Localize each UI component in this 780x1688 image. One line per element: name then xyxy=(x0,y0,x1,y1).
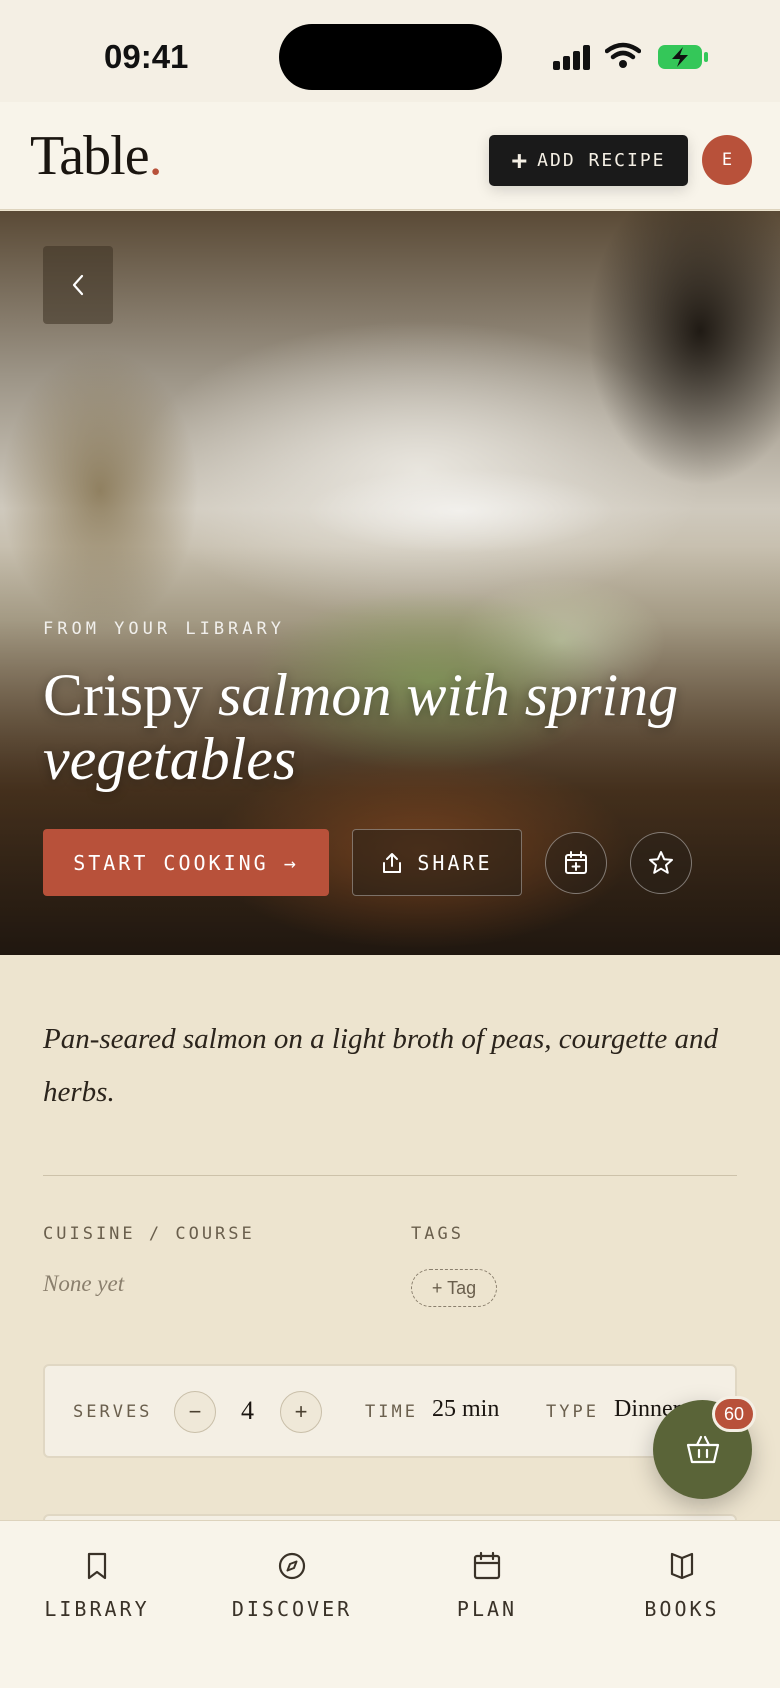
serves-label: SERVES xyxy=(73,1402,153,1422)
tab-library-label: LIBRARY xyxy=(44,1597,150,1621)
add-recipe-label: ADD RECIPE xyxy=(537,150,666,171)
recipe-title: Crispy salmon with spring vegetables xyxy=(43,663,743,791)
logo-text: Table xyxy=(30,125,150,187)
back-button[interactable] xyxy=(43,246,113,324)
tab-discover[interactable]: DISCOVER xyxy=(212,1551,372,1621)
share-icon xyxy=(383,852,402,873)
serves-decrement-button[interactable]: − xyxy=(174,1391,216,1433)
divider xyxy=(43,1175,737,1176)
status-bar: 09:41 xyxy=(0,0,780,102)
tab-discover-label: DISCOVER xyxy=(231,1597,353,1621)
status-time: 09:41 xyxy=(104,38,189,75)
dynamic-island xyxy=(279,24,502,90)
basket-icon xyxy=(686,1435,719,1463)
share-label: SHARE xyxy=(417,850,493,875)
calendar-icon xyxy=(473,1551,501,1580)
calendar-plus-icon xyxy=(565,851,587,874)
title-plain: Crispy xyxy=(43,662,204,728)
add-tag-button[interactable]: + Tag xyxy=(411,1269,497,1307)
signal-icon xyxy=(553,44,593,70)
logo[interactable]: Table. xyxy=(30,124,163,188)
type-label: TYPE xyxy=(546,1402,599,1422)
app-header: Table. + ADD RECIPE E xyxy=(0,102,780,210)
hero-eyebrow: FROM YOUR LIBRARY xyxy=(43,619,285,639)
logo-dot: . xyxy=(148,125,163,187)
time-label: TIME xyxy=(365,1402,418,1422)
start-cooking-button[interactable]: START COOKING → xyxy=(43,829,329,896)
tab-books-label: BOOKS xyxy=(644,1597,720,1621)
cuisine-value[interactable]: None yet xyxy=(43,1271,124,1297)
wifi-icon xyxy=(605,42,641,68)
bookmark-icon xyxy=(87,1552,107,1580)
tab-library[interactable]: LIBRARY xyxy=(17,1551,177,1621)
book-icon xyxy=(670,1552,694,1580)
tab-books[interactable]: BOOKS xyxy=(602,1551,762,1621)
chevron-left-icon xyxy=(72,274,84,296)
basket-count-badge: 60 xyxy=(712,1396,756,1432)
compass-icon xyxy=(278,1552,306,1580)
serves-value: 4 xyxy=(241,1396,254,1425)
tab-bar: LIBRARY DISCOVER PLAN BOOKS xyxy=(0,1520,780,1688)
favorite-button[interactable] xyxy=(630,832,692,894)
recipe-info-card: SERVES − 4 + TIME 25 min TYPE Dinner xyxy=(43,1364,737,1458)
cuisine-label: CUISINE / COURSE xyxy=(43,1224,255,1244)
hero-image: FROM YOUR LIBRARY Crispy salmon with spr… xyxy=(0,211,780,955)
tags-label: TAGS xyxy=(411,1224,464,1244)
add-to-plan-button[interactable] xyxy=(545,832,607,894)
time-value[interactable]: 25 min xyxy=(432,1396,499,1423)
tab-plan-label: PLAN xyxy=(456,1597,518,1621)
add-recipe-button[interactable]: + ADD RECIPE xyxy=(489,135,688,186)
serves-increment-button[interactable]: + xyxy=(280,1391,322,1433)
share-button[interactable]: SHARE xyxy=(352,829,522,896)
plus-icon: + xyxy=(511,145,528,176)
tab-plan[interactable]: PLAN xyxy=(407,1551,567,1621)
battery-icon xyxy=(658,45,708,69)
star-icon xyxy=(649,851,673,874)
avatar[interactable]: E xyxy=(702,135,752,185)
recipe-description: Pan-seared salmon on a light broth of pe… xyxy=(43,1023,718,1108)
